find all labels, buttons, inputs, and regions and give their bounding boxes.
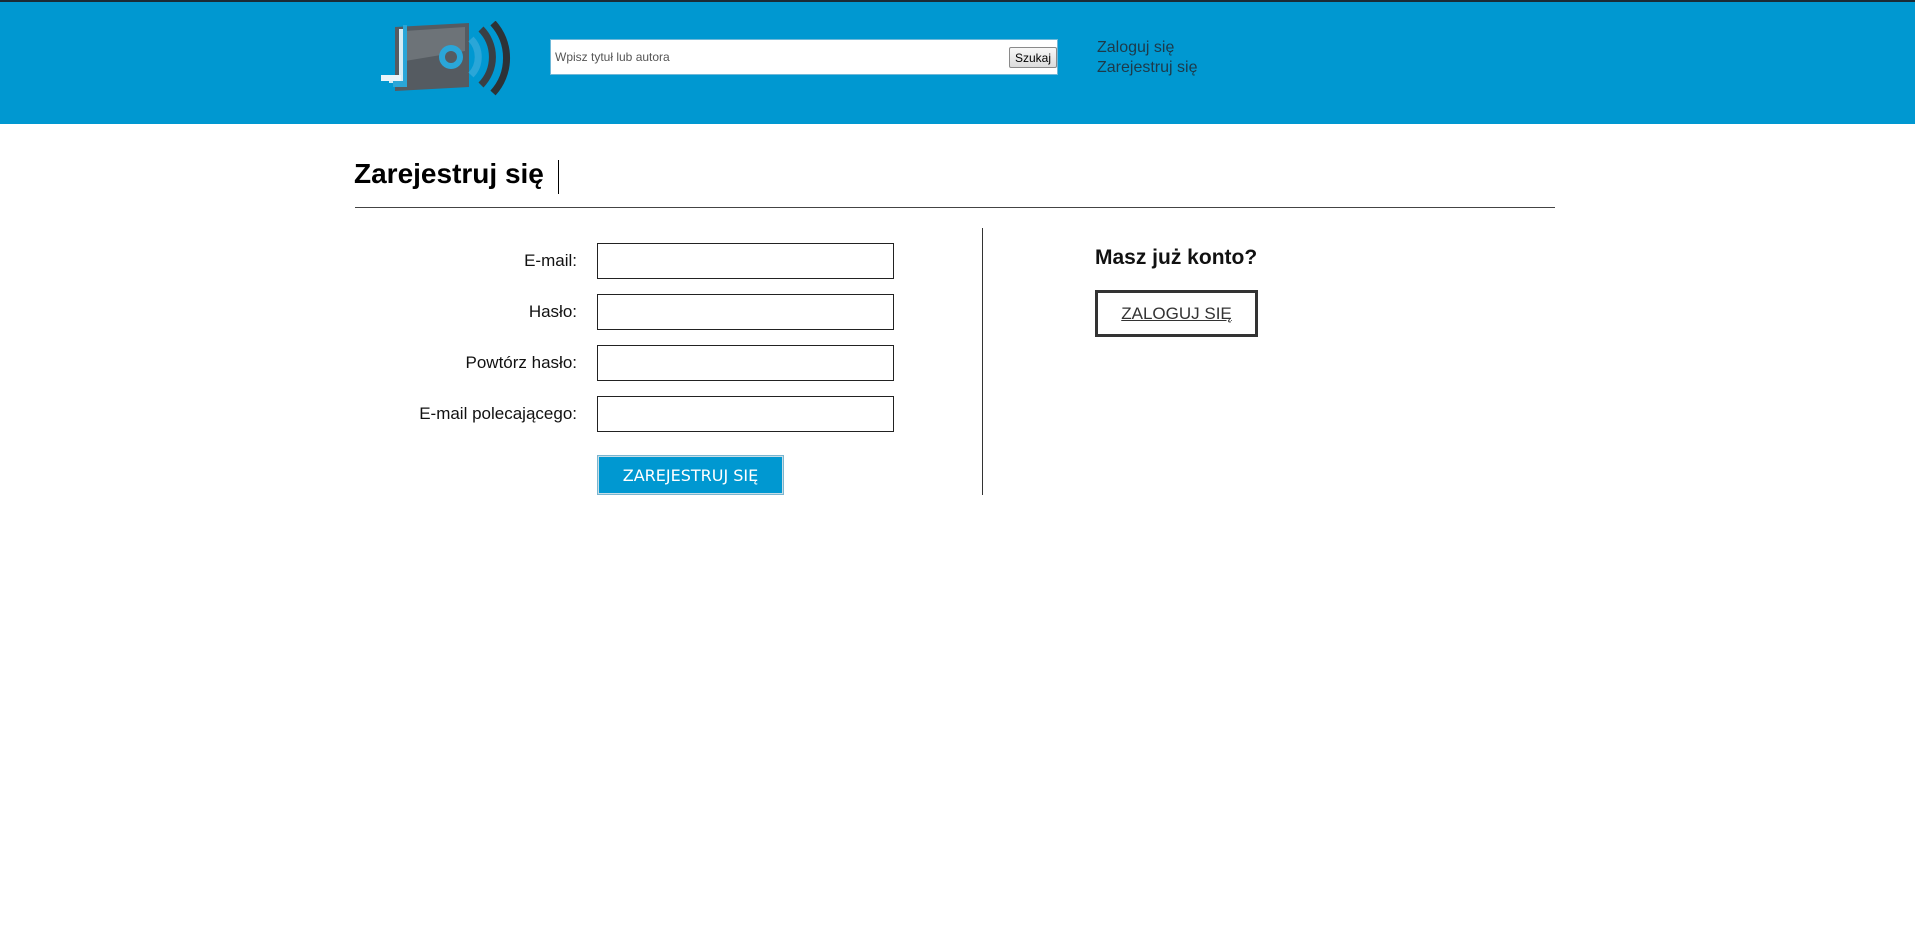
- header-register-link[interactable]: Zarejestruj się: [1097, 58, 1197, 78]
- page-title: Zarejestruj się: [354, 158, 544, 189]
- repeat-password-label: Powtórz hasło:: [465, 353, 578, 372]
- title-divider: [355, 207, 1555, 208]
- login-button[interactable]: ZALOGUJ SIĘ: [1095, 290, 1258, 337]
- referrer-email-label: E-mail polecającego:: [419, 404, 577, 423]
- password-label: Hasło:: [528, 302, 577, 321]
- email-field[interactable]: [597, 243, 894, 279]
- register-button[interactable]: ZAREJESTRUJ SIĘ: [597, 455, 784, 495]
- header-account-links: Zaloguj się Zarejestruj się: [1097, 38, 1197, 78]
- search-box: Szukaj: [550, 39, 1058, 75]
- text-cursor: [558, 160, 559, 194]
- login-panel-heading: Masz już konto?: [1095, 246, 1258, 269]
- header-login-link[interactable]: Zaloguj się: [1097, 38, 1197, 58]
- repeat-password-field[interactable]: [597, 345, 894, 381]
- site-header: Szukaj Zaloguj się Zarejestruj się: [0, 2, 1915, 124]
- section-divider: [982, 228, 983, 495]
- site-logo[interactable]: [373, 20, 513, 97]
- search-input[interactable]: [553, 41, 1005, 73]
- password-field[interactable]: [597, 294, 894, 330]
- search-button[interactable]: Szukaj: [1009, 47, 1057, 68]
- referrer-email-field[interactable]: [597, 396, 894, 432]
- email-label: E-mail:: [524, 251, 577, 270]
- logo-icon: [381, 20, 510, 96]
